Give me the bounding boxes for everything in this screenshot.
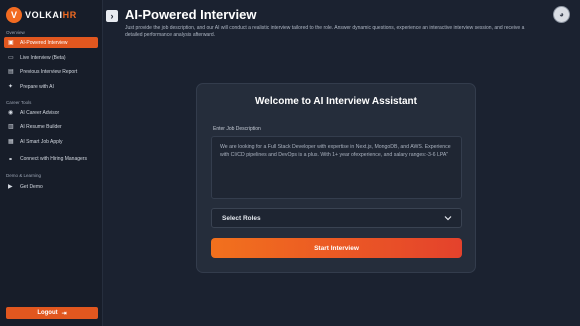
sidebar-item-ai-career-advisor[interactable]: ◉ AI Career Advisor — [4, 107, 98, 118]
logo-mark-icon: V — [6, 7, 22, 23]
job-description-textarea[interactable]: We are looking for a Full Stack Develope… — [211, 136, 462, 199]
sidebar-item-label: Get Demo — [20, 183, 43, 190]
sidebar-item-label: AI Smart Job Apply — [20, 138, 63, 145]
page-description: Just provide the job description, and ou… — [125, 25, 525, 38]
advisor-icon: ◉ — [8, 110, 14, 116]
brand-logo[interactable]: V VOLKAIHR — [6, 7, 98, 25]
section-label-career-tools: Career Tools — [6, 100, 32, 105]
sidebar-item-get-demo[interactable]: ▶ Get Demo — [4, 181, 98, 192]
resume-icon: ▥ — [8, 124, 14, 130]
sidebar: V VOLKAIHR Overview ▣ AI-Powered Intervi… — [0, 0, 103, 326]
user-avatar-icon: ◕ — [559, 10, 564, 19]
demo-icon: ▶ — [8, 184, 13, 190]
start-interview-button[interactable]: Start Interview — [211, 238, 462, 258]
video-icon: ▭ — [8, 55, 14, 61]
logo-text: VOLKAI — [25, 10, 63, 20]
logout-label: Logout — [37, 310, 58, 316]
spark-icon: ✦ — [8, 84, 14, 90]
sidebar-item-prepare-with-ai[interactable]: ✦ Prepare with AI — [4, 81, 98, 92]
section-label-demo-learning: Demo & Learning — [6, 173, 42, 178]
sidebar-item-label: AI Career Advisor — [20, 109, 60, 116]
page-title: AI-Powered Interview — [125, 7, 257, 22]
robot-icon: ▣ — [8, 40, 14, 46]
logo-text-accent: HR — [62, 10, 77, 20]
select-roles-dropdown[interactable]: Select Roles — [211, 208, 462, 228]
sidebar-item-label: Live Interview (Beta) — [20, 54, 66, 61]
sidebar-item-label: AI-Powered Interview — [20, 39, 68, 46]
interview-setup-card: Welcome to AI Interview Assistant Enter … — [196, 83, 476, 273]
card-title: Welcome to AI Interview Assistant — [255, 96, 417, 107]
sidebar-item-previous-interview-report[interactable]: ▤ Previous Interview Report — [4, 66, 98, 77]
logout-button[interactable]: Logout ⇥ — [6, 307, 98, 319]
job-icon: ▦ — [8, 139, 14, 145]
chevron-down-icon — [444, 216, 452, 221]
sidebar-toggle-button[interactable]: › — [106, 10, 118, 22]
sidebar-item-live-interview[interactable]: ▭ Live Interview (Beta) — [4, 52, 98, 63]
avatar[interactable]: ◕ — [553, 6, 570, 23]
sidebar-item-connect-with-hiring-managers[interactable]: ⚭ Connect with Hiring Managers — [4, 151, 98, 167]
sidebar-item-label: AI Resume Builder — [20, 123, 62, 130]
sidebar-item-ai-resume-builder[interactable]: ▥ AI Resume Builder — [4, 121, 98, 132]
sidebar-item-ai-smart-job-apply[interactable]: ▦ AI Smart Job Apply — [4, 136, 98, 147]
logout-icon: ⇥ — [61, 310, 67, 317]
job-description-label: Enter Job Description — [213, 126, 261, 132]
section-label-overview: Overview — [6, 30, 25, 35]
select-roles-value: Select Roles — [222, 214, 261, 222]
report-icon: ▤ — [8, 69, 14, 75]
connect-icon: ⚭ — [8, 156, 14, 163]
sidebar-item-label: Connect with Hiring Managers — [20, 156, 87, 162]
sidebar-item-label: Prepare with AI — [20, 83, 54, 90]
sidebar-item-label: Previous Interview Report — [20, 68, 78, 75]
sidebar-item-ai-powered-interview[interactable]: ▣ AI-Powered Interview — [4, 37, 98, 48]
